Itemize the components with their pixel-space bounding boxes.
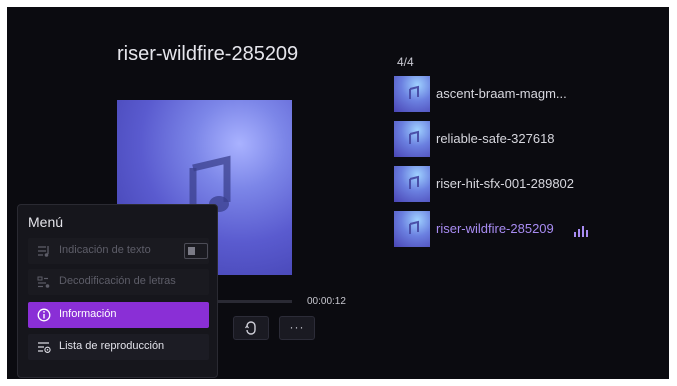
track-label: riser-hit-sfx-001-289802 [436, 176, 575, 191]
menu-item-label: Lista de reproducción [59, 340, 165, 352]
playlist-counter: 4/4 [397, 55, 414, 69]
now-playing-bars-icon [574, 226, 588, 237]
track-thumbnail [394, 121, 430, 157]
more-icon: ··· [289, 320, 305, 334]
music-note-icon [409, 85, 419, 99]
playlist-icon [38, 342, 51, 353]
menu-item-label: Decodificación de letras [59, 275, 176, 287]
music-note-icon [409, 175, 419, 189]
music-note-icon [409, 220, 419, 234]
toggle-knob [188, 247, 195, 255]
lyrics-icon [38, 246, 49, 257]
menu-item-information[interactable]: Información [28, 302, 209, 328]
more-options-button[interactable]: ··· [279, 316, 315, 340]
playlist-item[interactable]: riser-hit-sfx-001-289802 [394, 166, 654, 204]
repeat-button[interactable] [233, 316, 269, 340]
now-playing-title: riser-wildfire-285209 [117, 43, 299, 65]
menu-item-lyrics-decoding[interactable]: Decodificación de letras [28, 269, 209, 295]
info-icon [37, 308, 51, 322]
track-label: ascent-braam-magm... [436, 86, 567, 101]
menu-item-label: Indicación de texto [59, 244, 151, 256]
repeat-icon [245, 321, 256, 335]
playlist-item[interactable]: ascent-braam-magm... [394, 76, 654, 114]
elapsed-time: 00:00:12 [307, 296, 346, 307]
menu-title: Menú [28, 214, 64, 230]
menu-panel: Menú Indicación de texto Decodificación … [17, 204, 218, 378]
playlist-item-active[interactable]: riser-wildfire-285209 [394, 211, 654, 249]
playlist-item[interactable]: reliable-safe-327618 [394, 121, 654, 159]
decode-icon [37, 276, 50, 288]
track-thumbnail [394, 211, 430, 247]
menu-item-playlist[interactable]: Lista de reproducción [28, 334, 209, 360]
menu-item-text-indication[interactable]: Indicación de texto [28, 238, 209, 264]
text-indication-toggle[interactable] [184, 243, 208, 259]
music-note-icon [409, 130, 419, 144]
menu-item-label: Información [59, 308, 117, 320]
track-thumbnail [394, 166, 430, 202]
track-label: reliable-safe-327618 [436, 131, 555, 146]
tv-player-screen: riser-wildfire-285209 00:00:12 ··· 4/4 a… [7, 7, 669, 379]
track-thumbnail [394, 76, 430, 112]
track-label: riser-wildfire-285209 [436, 221, 554, 236]
